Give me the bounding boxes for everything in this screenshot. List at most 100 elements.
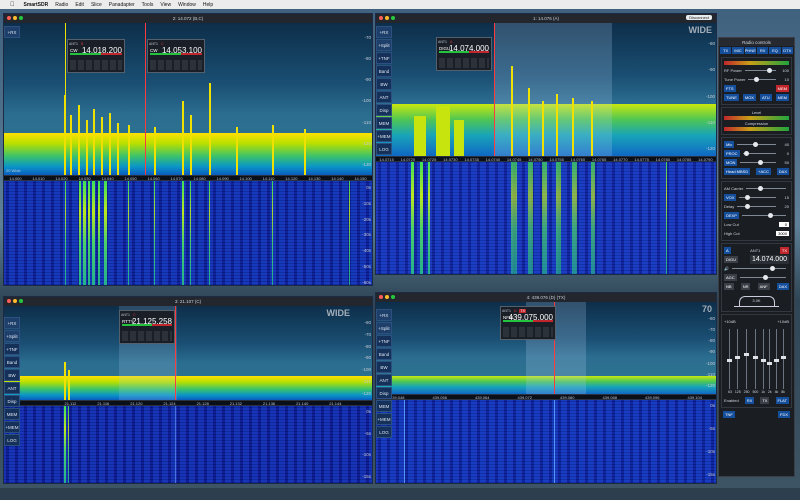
waterfall[interactable]: 0s -5s -10s -15s: [376, 400, 716, 483]
flag-ant[interactable]: ANT1: [438, 40, 447, 44]
dexp-button[interactable]: DEXP: [724, 212, 739, 219]
zoom-icon[interactable]: [19, 16, 23, 20]
nr-button[interactable]: NR: [740, 283, 751, 290]
tnf-button[interactable]: +TNF: [376, 52, 392, 64]
split-button[interactable]: +Split: [4, 330, 20, 342]
eq-slider-8k[interactable]: [780, 329, 786, 389]
minimize-icon[interactable]: [385, 295, 389, 299]
log-button[interactable]: LOG: [4, 434, 20, 446]
tab-dtx[interactable]: DTX: [781, 47, 793, 54]
flag-ant[interactable]: ANT1: [502, 309, 511, 313]
slice-a-marker[interactable]: [494, 23, 495, 156]
flag-ant[interactable]: ANT1: [121, 313, 130, 317]
db-scale[interactable]: -60 -70 -80 -90 -100 -110 -120: [698, 316, 716, 388]
head-mbsd-button[interactable]: Head MBSD: [724, 168, 751, 175]
add-rx-button[interactable]: +RX: [376, 26, 392, 38]
slice-b-marker[interactable]: [65, 23, 66, 175]
menu-slice[interactable]: Slice: [91, 2, 102, 8]
minimize-icon[interactable]: [13, 16, 17, 20]
close-icon[interactable]: [379, 16, 383, 20]
slice-ant[interactable]: ANT1: [750, 248, 760, 253]
add-mem-button[interactable]: +MEM: [4, 421, 20, 433]
mem-indicator[interactable]: MEM: [775, 85, 789, 92]
slice-c-marker[interactable]: [175, 306, 176, 400]
slice-flag-d[interactable]: ANT1 D TX NFM 439.075.000: [500, 306, 556, 340]
mic-slider[interactable]: [737, 142, 776, 147]
eq-tx-button[interactable]: TX: [760, 397, 770, 404]
anf-button[interactable]: ANF: [757, 283, 770, 290]
tab-phne[interactable]: PHNE: [744, 47, 756, 54]
ant-button[interactable]: ANT: [4, 382, 20, 394]
zoom-icon[interactable]: [391, 295, 395, 299]
mem-button[interactable]: MEM: [376, 400, 392, 412]
tune-power-slider[interactable]: [748, 77, 776, 82]
agc-button[interactable]: AGC: [724, 274, 737, 281]
acc-button[interactable]: +ACC: [756, 168, 771, 175]
apple-icon[interactable]: : [10, 2, 15, 8]
slice-c-marker[interactable]: [145, 23, 146, 175]
bw-button[interactable]: BW: [4, 369, 20, 381]
menu-tools[interactable]: Tools: [142, 2, 154, 8]
split-button[interactable]: +Split: [376, 39, 392, 51]
eq-rx-button[interactable]: RX: [744, 397, 755, 404]
minimize-icon[interactable]: [13, 299, 17, 303]
slice-flag-b[interactable]: ANT1 B CW 14.018.200: [67, 39, 125, 73]
add-mem-button[interactable]: +MEM: [376, 413, 392, 425]
db-scale[interactable]: -70 -80 -90 -100 -110 -120 -130: [354, 35, 372, 167]
flag-controls[interactable]: [439, 58, 489, 68]
flag-ant[interactable]: ANT1: [149, 42, 158, 46]
slice-flag-a[interactable]: ANT1 A DIGU 14.074.000: [436, 37, 492, 71]
proc-slider[interactable]: [742, 151, 776, 156]
tab-mic[interactable]: MIC: [732, 47, 744, 54]
flag-controls[interactable]: [503, 327, 553, 337]
flag-controls[interactable]: [70, 60, 122, 70]
low-cut-field[interactable]: 0: [779, 222, 789, 227]
vox-slider[interactable]: [739, 195, 776, 200]
zoom-icon[interactable]: [391, 16, 395, 20]
mem-button[interactable]: MEM: [4, 408, 20, 420]
slice-flag-c[interactable]: ANT1 C CW 14.053.100: [147, 39, 205, 73]
eq-slider-4k[interactable]: [773, 329, 779, 389]
eq-slider-500[interactable]: [752, 329, 758, 389]
spectrum-display[interactable]: ANT1 C RTTY 21.125.258 WIDE -60 -70 -80 -90-…: [4, 306, 372, 400]
tnf-button[interactable]: +TNF: [376, 335, 392, 347]
close-icon[interactable]: [379, 295, 383, 299]
slice-tx-button[interactable]: TX: [779, 247, 789, 254]
fdx-toggle[interactable]: FDX: [778, 411, 790, 418]
tx-badge[interactable]: TX: [519, 308, 526, 313]
mon-slider[interactable]: [740, 160, 776, 165]
eq-enabled-checkbox[interactable]: Enabled: [724, 398, 739, 403]
slice-letter[interactable]: A: [724, 247, 731, 254]
ant-button[interactable]: ANT: [376, 374, 392, 386]
agc-slider[interactable]: [739, 275, 786, 280]
tnf-button[interactable]: +TNF: [4, 343, 20, 355]
tab-tx[interactable]: TX: [720, 47, 732, 54]
db-scale[interactable]: -80 -90 -100 -110 -120: [698, 41, 716, 151]
add-rx-button[interactable]: +RX: [4, 26, 20, 38]
nb-button[interactable]: NB: [724, 283, 734, 290]
mox-button[interactable]: MOX: [742, 94, 756, 101]
waterfall[interactable]: 0s -10s -20s -30s -40s -50s -60s: [4, 181, 372, 285]
band-button[interactable]: Band: [4, 356, 20, 368]
disp-button[interactable]: Disp: [4, 395, 20, 407]
band-button[interactable]: Band: [376, 65, 392, 77]
add-mem-button[interactable]: +MEM: [376, 130, 392, 142]
add-rx-button[interactable]: +RX: [376, 309, 392, 321]
volume-slider[interactable]: [731, 266, 786, 271]
vox-button[interactable]: VOX: [724, 194, 737, 201]
eq-slider-250[interactable]: [744, 329, 750, 389]
minimize-icon[interactable]: [385, 16, 389, 20]
flag-controls[interactable]: [150, 60, 202, 70]
spectrum-display[interactable]: ANT1 D TX NFM 439.075.000 70 -60 -70 -80 -90-…: [376, 302, 716, 394]
menu-view[interactable]: View: [160, 2, 171, 8]
disconnect-button[interactable]: Disconnect: [686, 15, 712, 20]
high-cut-field[interactable]: 3000: [776, 231, 789, 236]
tune-button[interactable]: TUNE: [724, 94, 739, 101]
zoom-icon[interactable]: [19, 299, 23, 303]
waterfall[interactable]: [376, 162, 716, 274]
log-button[interactable]: LOG: [376, 143, 392, 155]
mic-button[interactable]: Mic: [724, 141, 735, 148]
eq-slider-2k[interactable]: [767, 329, 773, 389]
eq-slider-125[interactable]: [735, 329, 741, 389]
menu-app[interactable]: SmartSDR: [24, 2, 49, 8]
